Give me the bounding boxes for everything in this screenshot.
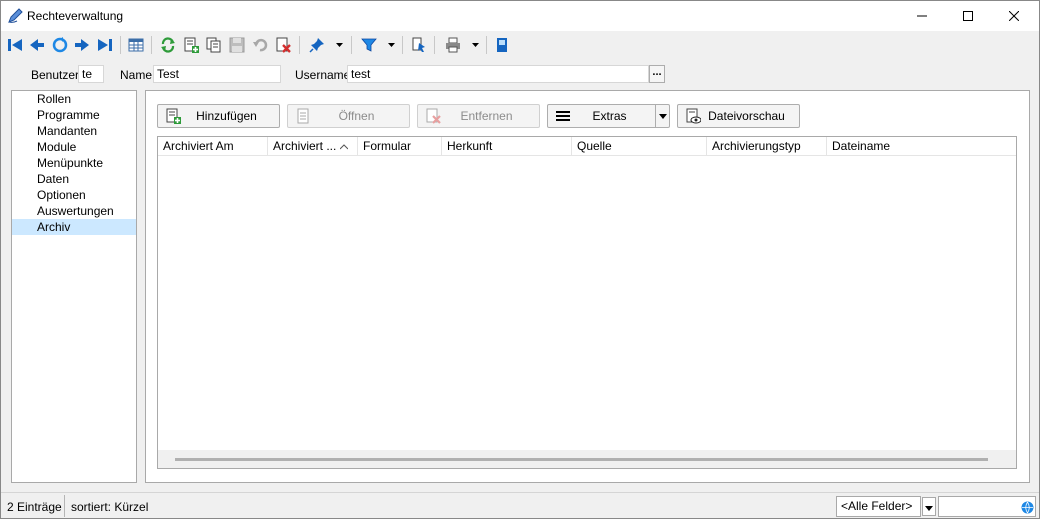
browse-button[interactable]: ... [649,65,665,83]
preview-button-label: Dateivorschau [708,109,785,123]
remove-button[interactable]: Entfernen [417,104,540,128]
app-pen-icon [7,8,23,24]
sidebar: Rollen Programme Mandanten Module Menüpu… [11,90,137,483]
window-title: Rechteverwaltung [27,9,124,23]
globe-icon[interactable] [1021,501,1034,517]
maximize-icon [963,11,973,21]
sidebar-item-auswertungen[interactable]: Auswertungen [12,203,136,219]
benutzer-label: Benutzer [31,68,80,82]
column-header-label: Archiviert ... [273,139,337,153]
new-record-icon[interactable] [181,35,201,55]
benutzer-field[interactable]: te [78,65,104,83]
minimize-icon [917,11,927,21]
chevron-down-icon [925,500,933,514]
pin-dropdown[interactable] [334,35,344,55]
minimize-button[interactable] [899,1,945,31]
filter-dropdown[interactable] [386,35,396,55]
scrollbar-thumb[interactable] [175,458,988,461]
close-button[interactable] [991,1,1037,31]
column-header[interactable]: Herkunft [442,137,572,156]
record-count: 2 Einträge [7,500,62,514]
horizontal-scrollbar[interactable] [158,450,1016,468]
sidebar-item-daten[interactable]: Daten [12,171,136,187]
remove-button-label: Entfernen [460,109,513,123]
username-field[interactable]: test [347,65,649,83]
print-icon[interactable] [443,35,463,55]
open-button-label: Öffnen [338,109,375,123]
reload-icon[interactable] [158,35,178,55]
table-view-icon[interactable] [126,35,146,55]
column-header[interactable]: Dateiname [827,137,1016,156]
print-dropdown[interactable] [470,35,480,55]
sort-status: sortiert: Kürzel [71,500,149,514]
sidebar-item-optionen[interactable]: Optionen [12,187,136,203]
close-icon [1009,11,1019,21]
maximize-button[interactable] [945,1,991,31]
extras-button[interactable]: Extras [547,104,670,128]
sidebar-item-menuepunkte[interactable]: Menüpunkte [12,155,136,171]
menu-icon [554,107,572,125]
copy-record-icon[interactable] [204,35,224,55]
previous-record-icon[interactable] [27,35,47,55]
title-bar: Rechteverwaltung [1,1,1039,31]
sidebar-item-module[interactable]: Module [12,139,136,155]
archive-panel: Hinzufügen Öffnen Entfernen Extras Datei… [145,90,1030,483]
extras-button-label: Extras [592,109,627,123]
add-button-label: Hinzufügen [196,109,257,123]
pin-icon[interactable] [307,35,327,55]
sidebar-item-mandanten[interactable]: Mandanten [12,123,136,139]
refresh-icon[interactable] [50,35,70,55]
toolbar [1,31,1039,59]
bookmark-icon[interactable] [408,35,428,55]
column-header[interactable]: Archiviert ... [268,137,358,156]
table-header: Archiviert Am Archiviert ... Formular He… [158,137,1016,156]
sidebar-item-programme[interactable]: Programme [12,107,136,123]
column-header[interactable]: Formular [358,137,442,156]
sidebar-item-rollen[interactable]: Rollen [12,91,136,107]
filter-icon[interactable] [359,35,379,55]
name-label: Name [120,68,153,82]
sidebar-item-archiv[interactable]: Archiv [12,219,136,235]
name-field[interactable]: Test [153,65,281,83]
column-header[interactable]: Archivierungstyp [707,137,827,156]
undo-icon[interactable] [250,35,270,55]
column-header[interactable]: Quelle [572,137,707,156]
chevron-down-icon[interactable] [655,105,669,127]
app-window: Rechteverwaltung Benutzer te Name Test U… [0,0,1040,519]
column-header[interactable]: Archiviert Am [158,137,268,156]
remove-document-icon [424,107,442,125]
archive-table: Archiviert Am Archiviert ... Formular He… [157,136,1017,469]
username-label: Username [295,68,351,82]
delete-icon[interactable] [273,35,293,55]
add-document-icon [164,107,182,125]
save-icon[interactable] [227,35,247,55]
sort-ascending-icon [339,137,349,156]
first-record-icon[interactable] [5,35,25,55]
module-icon[interactable] [492,35,512,55]
open-document-icon [294,107,312,125]
next-record-icon[interactable] [72,35,92,55]
status-bar: 2 Einträge sortiert: Kürzel <Alle Felder… [1,492,1039,518]
preview-icon [684,107,702,125]
preview-button[interactable]: Dateivorschau [677,104,800,128]
add-button[interactable]: Hinzufügen [157,104,280,128]
field-filter-select[interactable]: <Alle Felder> [836,496,921,517]
field-filter-dropdown[interactable] [922,497,936,516]
open-button[interactable]: Öffnen [287,104,410,128]
last-record-icon[interactable] [95,35,115,55]
